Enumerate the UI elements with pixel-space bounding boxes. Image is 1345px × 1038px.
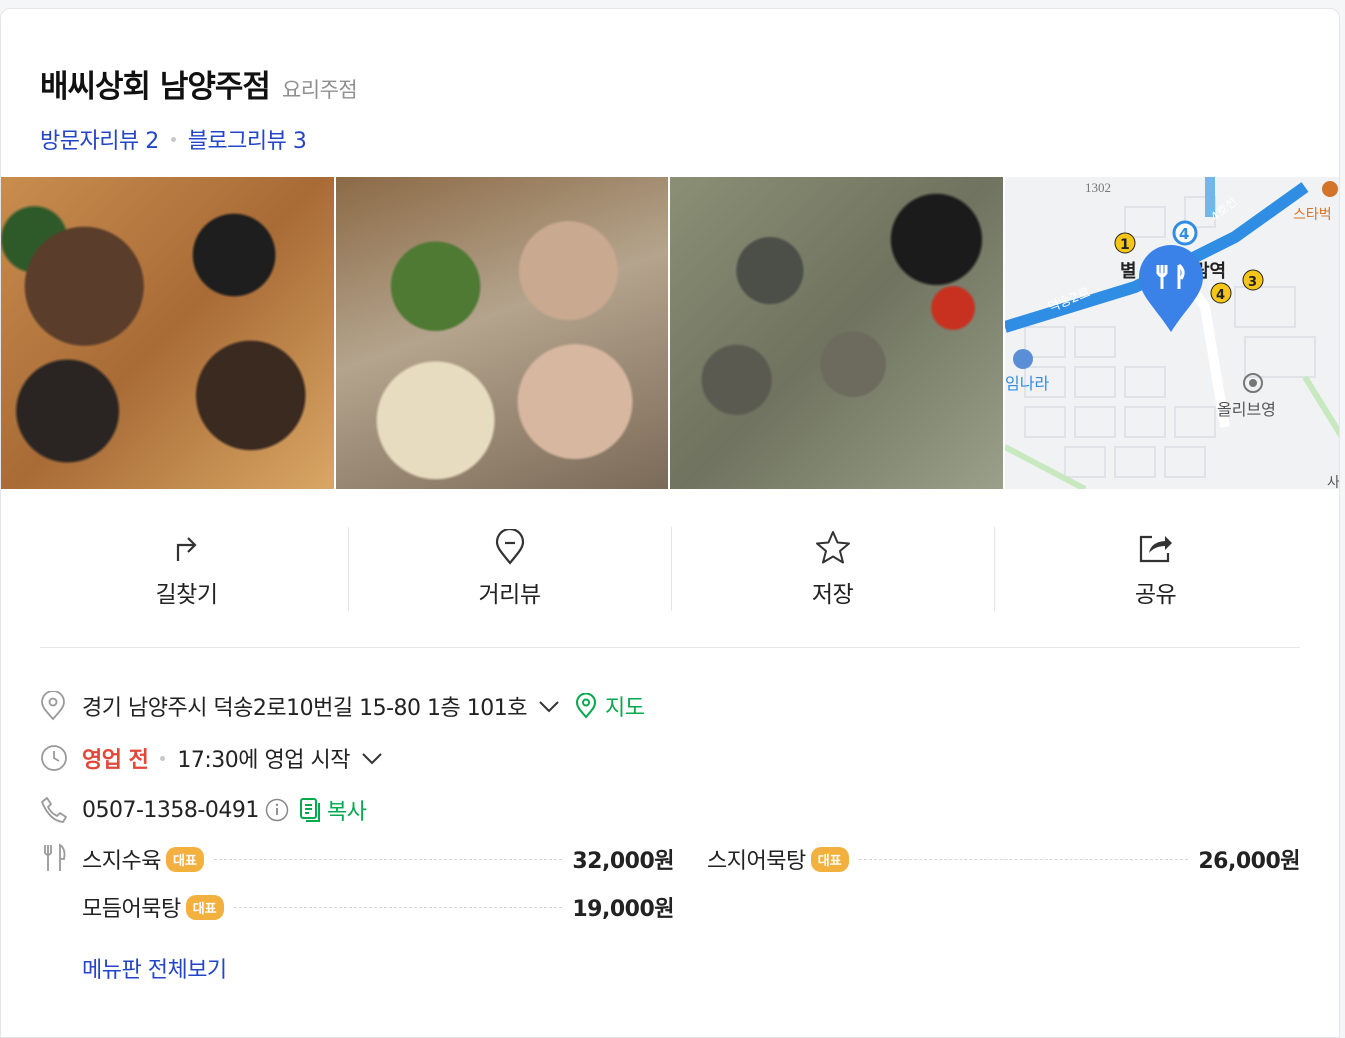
address-row: 경기 남양주시 덕송2로10번길 15-80 1층 101호 지도 xyxy=(40,690,645,722)
section-divider xyxy=(40,647,1300,648)
save-label: 저장 xyxy=(811,582,854,608)
signature-badge: 대표 xyxy=(810,846,849,872)
menu-item-price: 32,000원 xyxy=(572,849,674,874)
map-label: 사 xyxy=(1327,475,1340,489)
street-view-label: 거리뷰 xyxy=(478,582,541,608)
share-label: 공유 xyxy=(1134,582,1177,608)
station-number: 4 xyxy=(1179,225,1189,243)
map-label: 스타벅 xyxy=(1293,207,1332,223)
copy-icon xyxy=(299,797,321,823)
menu-row-icon xyxy=(40,843,82,873)
street-view-button[interactable]: 거리뷰 xyxy=(348,527,671,611)
station-number: 1 xyxy=(1120,237,1130,253)
place-card: 배씨상회 남양주점 요리주점 방문자리뷰 2 블로그리뷰 3 1302 덕송2로… xyxy=(0,8,1340,1038)
phone-row: 0507-1358-0491 복사 xyxy=(40,794,367,826)
place-category: 요리주점 xyxy=(281,78,358,102)
signature-badge: 대표 xyxy=(185,894,224,920)
chevron-down-icon[interactable] xyxy=(360,746,384,770)
blog-review-link[interactable]: 블로그리뷰 3 xyxy=(188,123,307,155)
menu-item-name: 모듬어묵탕 xyxy=(82,897,181,922)
share-button[interactable]: 공유 xyxy=(994,527,1317,611)
map-pin-icon xyxy=(575,693,597,719)
menu-item[interactable]: 모듬어묵탕 대표 19,000원 xyxy=(82,891,674,923)
address-text[interactable]: 경기 남양주시 덕송2로10번길 15-80 1층 101호 xyxy=(82,690,528,722)
map-link[interactable]: 지도 xyxy=(575,690,645,722)
menu-item-name: 스지수육 xyxy=(82,849,161,874)
photo-food-2[interactable] xyxy=(335,177,668,489)
dotted-leader xyxy=(858,858,1189,860)
menu-item[interactable]: 스지어묵탕 대표 26,000원 xyxy=(707,843,1300,875)
share-icon xyxy=(1136,527,1176,567)
copy-label: 복사 xyxy=(326,800,367,825)
chevron-down-icon[interactable] xyxy=(537,694,561,718)
separator-dot xyxy=(160,755,166,761)
business-status: 영업 전 xyxy=(82,748,149,773)
visitor-review-link[interactable]: 방문자리뷰 2 xyxy=(40,123,159,155)
map-link-label: 지도 xyxy=(605,696,645,721)
street-view-icon xyxy=(490,527,530,567)
photo-food-1[interactable] xyxy=(1,177,334,489)
phone-number[interactable]: 0507-1358-0491 xyxy=(82,798,259,823)
map-thumbnail[interactable]: 1302 덕송2로 별 람역 4호선 스타벅 임나라 올리브영 사 1 4 4 … xyxy=(1004,177,1340,489)
save-button[interactable]: 저장 xyxy=(671,527,994,611)
photo-food-3[interactable] xyxy=(670,177,1003,489)
phone-icon xyxy=(40,795,82,825)
clock-icon xyxy=(40,743,82,773)
map-graphic: 1302 덕송2로 별 람역 4호선 스타벅 임나라 올리브영 사 1 4 4 … xyxy=(1004,177,1340,489)
map-label: 별 xyxy=(1120,261,1137,282)
map-label: 임나라 xyxy=(1005,374,1049,393)
info-icon[interactable] xyxy=(265,798,289,822)
directions-icon xyxy=(167,527,207,567)
location-pin-icon xyxy=(40,691,82,721)
review-links: 방문자리뷰 2 블로그리뷰 3 xyxy=(40,123,307,155)
menu-item-name: 스지어묵탕 xyxy=(707,849,806,874)
photo-strip: 1302 덕송2로 별 람역 4호선 스타벅 임나라 올리브영 사 1 4 4 … xyxy=(1,177,1340,489)
station-number: 4 xyxy=(1216,288,1225,303)
directions-label: 길찾기 xyxy=(155,582,218,608)
signature-badge: 대표 xyxy=(165,846,204,872)
dotted-leader xyxy=(213,858,563,860)
copy-button[interactable]: 복사 xyxy=(299,794,367,826)
menu-item[interactable]: 스지수육 대표 32,000원 xyxy=(82,843,674,875)
action-bar: 길찾기 거리뷰 저장 공유 xyxy=(25,527,1317,611)
separator-dot xyxy=(170,136,176,142)
menu-item-price: 26,000원 xyxy=(1198,849,1300,874)
menu-item-price: 19,000원 xyxy=(572,897,674,922)
map-label: 올리브영 xyxy=(1217,400,1276,419)
star-icon xyxy=(813,527,853,567)
hours-row: 영업 전 17:30에 영업 시작 xyxy=(40,742,384,774)
place-name[interactable]: 배씨상회 남양주점 xyxy=(40,61,271,106)
directions-button[interactable]: 길찾기 xyxy=(25,527,348,611)
map-label: 1302 xyxy=(1085,180,1111,195)
dotted-leader xyxy=(233,906,563,908)
station-number: 3 xyxy=(1248,275,1257,290)
opening-hours[interactable]: 17:30에 영업 시작 xyxy=(177,742,350,774)
utensils-icon xyxy=(40,843,82,873)
view-full-menu-link[interactable]: 메뉴판 전체보기 xyxy=(82,952,227,984)
title-row: 배씨상회 남양주점 요리주점 xyxy=(40,61,358,106)
